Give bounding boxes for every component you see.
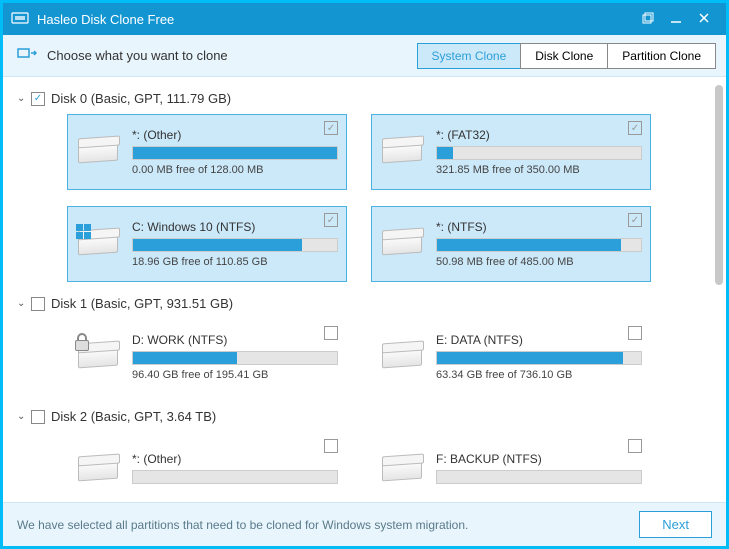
partition-row: *: (Other) 0.00 MB free of 128.00 MB *: (F… <box>67 114 712 282</box>
partition-body: D: WORK (NTFS) 96.40 GB free of 195.41 GB <box>132 333 338 381</box>
partition-checkbox[interactable] <box>628 121 642 135</box>
partition-checkbox[interactable] <box>324 326 338 340</box>
partition-label: *: (FAT32) <box>436 128 642 142</box>
partition-label: E: DATA (NTFS) <box>436 333 642 347</box>
partition-body: E: DATA (NTFS) 63.34 GB free of 736.10 GB <box>436 333 642 381</box>
drive-icon <box>380 224 426 264</box>
usage-bar <box>132 470 338 484</box>
tab-system-clone[interactable]: System Clone <box>417 43 522 69</box>
drive-icon <box>380 337 426 377</box>
chevron-down-icon[interactable]: ⌄ <box>17 93 31 104</box>
partition-body: *: (NTFS) 50.98 MB free of 485.00 MB <box>436 220 642 268</box>
partition-row: *: (Other) F: BACKUP (NTFS) <box>67 432 712 502</box>
close-button[interactable] <box>690 11 718 27</box>
drive-icon <box>76 224 122 264</box>
partition-free-text: 0.00 MB free of 128.00 MB <box>132 164 338 176</box>
footer: We have selected all partitions that nee… <box>3 502 726 546</box>
usage-bar-fill <box>437 239 621 251</box>
partition-body: *: (Other) 0.00 MB free of 128.00 MB <box>132 128 338 176</box>
partition-free-text: 18.96 GB free of 110.85 GB <box>132 256 338 268</box>
minimize-button[interactable] <box>662 11 690 27</box>
usage-bar-fill <box>133 352 237 364</box>
tab-partition-clone[interactable]: Partition Clone <box>607 43 716 69</box>
partition-checkbox[interactable] <box>628 439 642 453</box>
partition-label: F: BACKUP (NTFS) <box>436 452 642 466</box>
disk-list: ⌄ Disk 0 (Basic, GPT, 111.79 GB) *: (Other… <box>3 77 726 502</box>
drive-icon <box>76 132 122 172</box>
partition-free-text: 50.98 MB free of 485.00 MB <box>436 256 642 268</box>
usage-bar-fill <box>133 239 302 251</box>
usage-bar-fill <box>437 352 623 364</box>
chevron-down-icon[interactable]: ⌄ <box>17 411 31 422</box>
next-button[interactable]: Next <box>639 511 712 538</box>
restore-button[interactable] <box>634 11 662 27</box>
usage-bar <box>132 146 338 160</box>
usage-bar <box>436 238 642 252</box>
app-window: Hasleo Disk Clone Free Choose what you w… <box>3 3 726 546</box>
scrollbar-thumb[interactable] <box>715 85 723 285</box>
partition-card[interactable]: D: WORK (NTFS) 96.40 GB free of 195.41 GB <box>67 319 347 395</box>
partition-free-text: 96.40 GB free of 195.41 GB <box>132 369 338 381</box>
disk-checkbox[interactable] <box>31 92 45 106</box>
footer-message: We have selected all partitions that nee… <box>17 518 639 532</box>
disk-label: Disk 1 (Basic, GPT, 931.51 GB) <box>51 296 233 311</box>
usage-bar <box>436 470 642 484</box>
partition-label: *: (NTFS) <box>436 220 642 234</box>
disk-header[interactable]: ⌄ Disk 0 (Basic, GPT, 111.79 GB) <box>17 91 712 106</box>
toolbar-prompt: Choose what you want to clone <box>47 48 418 63</box>
usage-bar-fill <box>133 147 337 159</box>
partition-body: F: BACKUP (NTFS) <box>436 452 642 488</box>
drive-icon <box>76 450 122 490</box>
partition-card[interactable]: E: DATA (NTFS) 63.34 GB free of 736.10 GB <box>371 319 651 395</box>
disk-header[interactable]: ⌄ Disk 2 (Basic, GPT, 3.64 TB) <box>17 409 712 424</box>
partition-free-text: 63.34 GB free of 736.10 GB <box>436 369 642 381</box>
partition-checkbox[interactable] <box>628 213 642 227</box>
lock-icon <box>74 333 88 349</box>
titlebar: Hasleo Disk Clone Free <box>3 3 726 35</box>
partition-checkbox[interactable] <box>324 213 338 227</box>
partition-label: *: (Other) <box>132 128 338 142</box>
partition-checkbox[interactable] <box>324 121 338 135</box>
clone-mode-tabs: System Clone Disk Clone Partition Clone <box>418 43 716 69</box>
windows-icon <box>76 224 94 242</box>
usage-bar <box>436 146 642 160</box>
partition-card[interactable]: *: (Other) <box>67 432 347 502</box>
partition-free-text: 321.85 MB free of 350.00 MB <box>436 164 642 176</box>
app-icon <box>11 9 29 30</box>
partition-checkbox[interactable] <box>324 439 338 453</box>
disk-label: Disk 0 (Basic, GPT, 111.79 GB) <box>51 91 231 106</box>
partition-card[interactable]: C: Windows 10 (NTFS) 18.96 GB free of 110… <box>67 206 347 282</box>
partition-body: *: (Other) <box>132 452 338 488</box>
usage-bar <box>132 238 338 252</box>
chevron-down-icon[interactable]: ⌄ <box>17 298 31 309</box>
toolbar: Choose what you want to clone System Clo… <box>3 35 726 77</box>
usage-bar <box>436 351 642 365</box>
disk-header[interactable]: ⌄ Disk 1 (Basic, GPT, 931.51 GB) <box>17 296 712 311</box>
partition-card[interactable]: *: (NTFS) 50.98 MB free of 485.00 MB <box>371 206 651 282</box>
drive-icon <box>76 337 122 377</box>
drive-icon <box>380 132 426 172</box>
partition-card[interactable]: *: (Other) 0.00 MB free of 128.00 MB <box>67 114 347 190</box>
drive-icon <box>380 450 426 490</box>
partition-body: C: Windows 10 (NTFS) 18.96 GB free of 110… <box>132 220 338 268</box>
partition-label: C: Windows 10 (NTFS) <box>132 220 338 234</box>
disk-checkbox[interactable] <box>31 297 45 311</box>
partition-card[interactable]: *: (FAT32) 321.85 MB free of 350.00 MB <box>371 114 651 190</box>
usage-bar <box>132 351 338 365</box>
clone-icon <box>17 43 37 68</box>
partition-row: D: WORK (NTFS) 96.40 GB free of 195.41 GB… <box>67 319 712 395</box>
disk-label: Disk 2 (Basic, GPT, 3.64 TB) <box>51 409 216 424</box>
usage-bar-fill <box>437 147 453 159</box>
partition-label: *: (Other) <box>132 452 338 466</box>
partition-label: D: WORK (NTFS) <box>132 333 338 347</box>
partition-body: *: (FAT32) 321.85 MB free of 350.00 MB <box>436 128 642 176</box>
app-title: Hasleo Disk Clone Free <box>37 12 634 27</box>
partition-card[interactable]: F: BACKUP (NTFS) <box>371 432 651 502</box>
partition-checkbox[interactable] <box>628 326 642 340</box>
disk-checkbox[interactable] <box>31 410 45 424</box>
tab-disk-clone[interactable]: Disk Clone <box>520 43 608 69</box>
